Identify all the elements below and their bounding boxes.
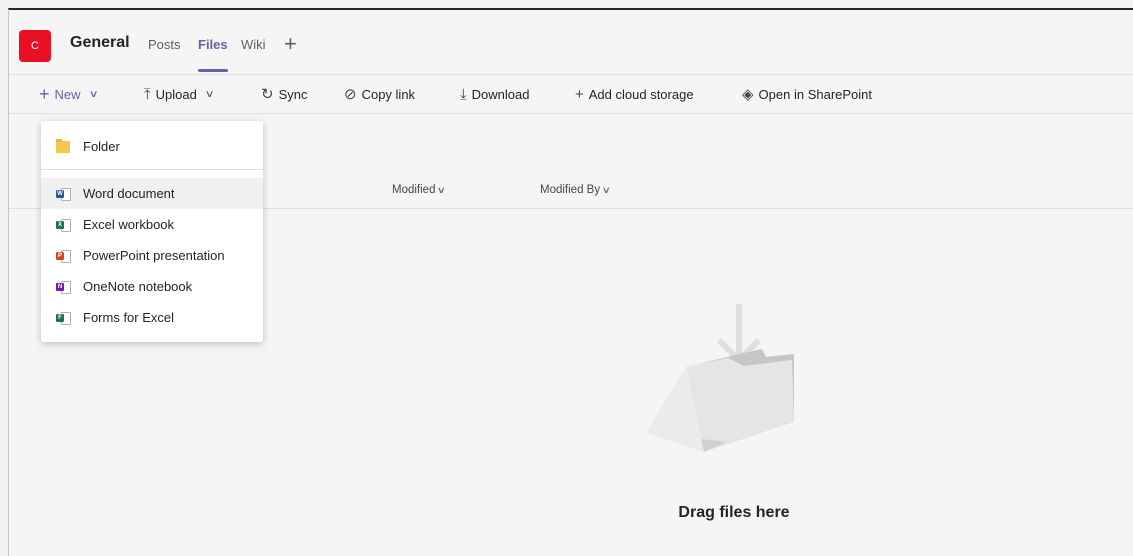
teams-files-view: C General Posts Files Wiki + + New ∨ ⤒ U… <box>8 8 1133 556</box>
tab-files[interactable]: Files <box>198 37 228 52</box>
copy-link-button[interactable]: ⊘ Copy link <box>344 75 415 113</box>
folder-icon <box>56 138 70 153</box>
chevron-down-icon: ∨ <box>601 185 612 195</box>
upload-button[interactable]: ⤒ Upload ∨ <box>144 75 215 113</box>
upload-icon: ⤒ <box>144 85 151 103</box>
chevron-down-icon: ∨ <box>437 185 447 195</box>
onenote-icon: N <box>56 280 71 294</box>
menu-item-label: Forms for Excel <box>83 310 175 325</box>
chevron-down-icon: ∨ <box>88 88 99 100</box>
plus-icon: + <box>39 84 50 104</box>
sync-label: Sync <box>278 86 308 102</box>
channel-header: C General Posts Files Wiki + <box>9 10 1133 74</box>
files-toolbar: + New ∨ ⤒ Upload ∨ ↻ Sync ⊘ Copy link ⤓ … <box>9 74 1133 114</box>
menu-divider <box>41 169 263 170</box>
empty-state-message: Drag files here <box>678 504 790 521</box>
active-tab-indicator <box>198 69 228 72</box>
sync-icon: ↻ <box>261 85 274 103</box>
column-modified-label: Modified <box>392 184 436 196</box>
word-icon: W <box>56 187 71 201</box>
menu-item-onenote-notebook[interactable]: N OneNote notebook <box>41 271 263 302</box>
column-modified-by-label: Modified By <box>540 184 601 196</box>
plus-icon: + <box>575 85 584 103</box>
empty-folder-illustration <box>646 304 794 452</box>
open-in-sharepoint-label: Open in SharePoint <box>758 86 873 102</box>
menu-item-label: Excel workbook <box>83 217 175 232</box>
menu-item-word-document[interactable]: W Word document <box>41 178 263 209</box>
tab-posts[interactable]: Posts <box>148 37 181 52</box>
download-icon: ⤓ <box>460 85 467 103</box>
tab-wiki[interactable]: Wiki <box>241 37 266 52</box>
menu-item-label: OneNote notebook <box>83 279 193 294</box>
add-cloud-storage-button[interactable]: + Add cloud storage <box>575 75 694 113</box>
menu-item-label: Word document <box>83 186 175 201</box>
download-label: Download <box>471 86 530 102</box>
excel-icon: X <box>56 218 71 232</box>
new-button[interactable]: + New ∨ <box>39 75 99 113</box>
new-dropdown-menu: Folder W Word document X Excel workbook … <box>41 121 263 342</box>
column-modified[interactable]: Modified ∨ <box>392 184 447 196</box>
menu-item-label: PowerPoint presentation <box>83 248 225 263</box>
menu-item-excel-workbook[interactable]: X Excel workbook <box>41 209 263 240</box>
link-icon: ⊘ <box>344 85 357 103</box>
menu-item-forms-for-excel[interactable]: F Forms for Excel <box>41 302 263 333</box>
sync-button[interactable]: ↻ Sync <box>261 75 307 113</box>
sharepoint-icon: ◈ <box>742 85 754 103</box>
menu-item-label: Folder <box>83 139 120 154</box>
forms-excel-icon: F <box>56 311 71 325</box>
menu-item-powerpoint-presentation[interactable]: P PowerPoint presentation <box>41 240 263 271</box>
open-in-sharepoint-button[interactable]: ◈ Open in SharePoint <box>742 75 872 113</box>
copy-link-label: Copy link <box>361 86 416 102</box>
upload-label: Upload <box>155 86 197 102</box>
column-modified-by[interactable]: Modified By ∨ <box>540 184 612 196</box>
new-label: New <box>54 86 81 102</box>
powerpoint-icon: P <box>56 249 71 263</box>
team-avatar[interactable]: C <box>19 30 51 62</box>
menu-item-folder[interactable]: Folder <box>41 131 263 162</box>
channel-title: General <box>70 34 130 51</box>
download-button[interactable]: ⤓ Download <box>460 75 529 113</box>
chevron-down-icon: ∨ <box>204 88 215 100</box>
add-cloud-storage-label: Add cloud storage <box>588 86 694 102</box>
add-tab-button[interactable]: + <box>284 31 297 57</box>
